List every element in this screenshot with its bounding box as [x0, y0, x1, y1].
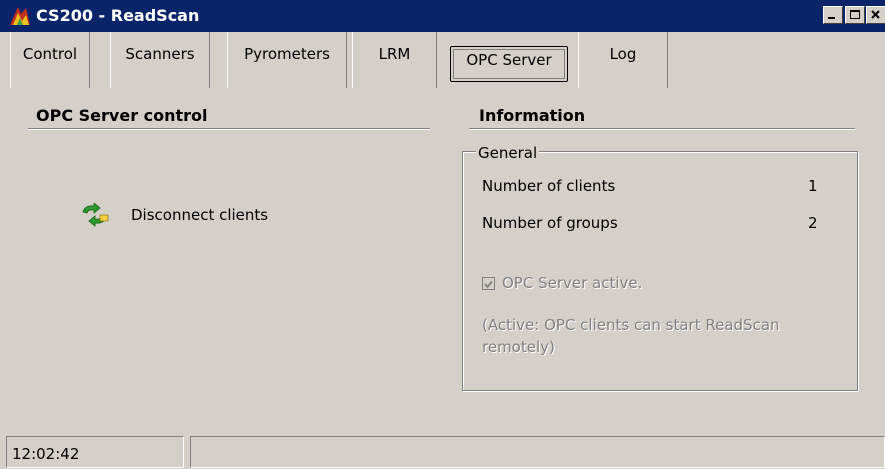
tab-lrm[interactable]: LRM [352, 32, 437, 88]
maximize-button[interactable] [845, 6, 865, 24]
clients-count-value: 1 [808, 177, 818, 195]
tab-label: LRM [378, 45, 411, 63]
information-title: Information [479, 106, 586, 125]
tab-pyrometers[interactable]: Pyrometers [227, 32, 347, 88]
opc-server-active-label: OPC Server active. [502, 274, 643, 292]
tab-log[interactable]: Log [578, 32, 668, 88]
section-separator [469, 128, 855, 130]
groups-count-value: 2 [808, 214, 818, 232]
tab-label: Log [609, 45, 637, 63]
disconnect-clients-link[interactable]: Disconnect clients [131, 206, 268, 224]
close-icon [871, 10, 880, 19]
disconnect-clients-icon[interactable] [80, 203, 116, 227]
status-time: 12:02:42 [12, 445, 80, 463]
minimize-icon [828, 17, 835, 19]
tab-label: Scanners [125, 45, 195, 63]
tab-control[interactable]: Control [10, 32, 90, 88]
tab-scanners[interactable]: Scanners [110, 32, 210, 88]
general-group-label: General [476, 144, 540, 162]
maximize-icon [850, 10, 860, 19]
section-separator [28, 128, 430, 130]
clients-count-label: Number of clients [482, 177, 616, 195]
status-panel-message [190, 436, 885, 468]
checkmark-icon [484, 280, 493, 289]
tab-label: Control [22, 45, 78, 63]
close-button[interactable] [866, 6, 885, 24]
tab-label: OPC Server [466, 51, 552, 69]
opc-control-title: OPC Server control [36, 106, 208, 125]
tab-bar: Control Scanners Pyrometers LRM OPC Serv… [0, 32, 885, 89]
app-window: CS200 - ReadScan Control Scanners Pyrome… [0, 0, 885, 469]
tab-opc-server[interactable]: OPC Server [450, 46, 568, 82]
opc-server-active-checkbox[interactable] [482, 277, 495, 290]
app-logo-icon [10, 7, 30, 25]
minimize-button[interactable] [823, 6, 843, 24]
groups-count-label: Number of groups [482, 214, 618, 232]
window-title: CS200 - ReadScan [36, 6, 200, 25]
title-bar[interactable]: CS200 - ReadScan [0, 0, 885, 32]
tab-label: Pyrometers [244, 45, 330, 63]
opc-active-note: (Active: OPC clients can start ReadScan … [482, 316, 780, 356]
